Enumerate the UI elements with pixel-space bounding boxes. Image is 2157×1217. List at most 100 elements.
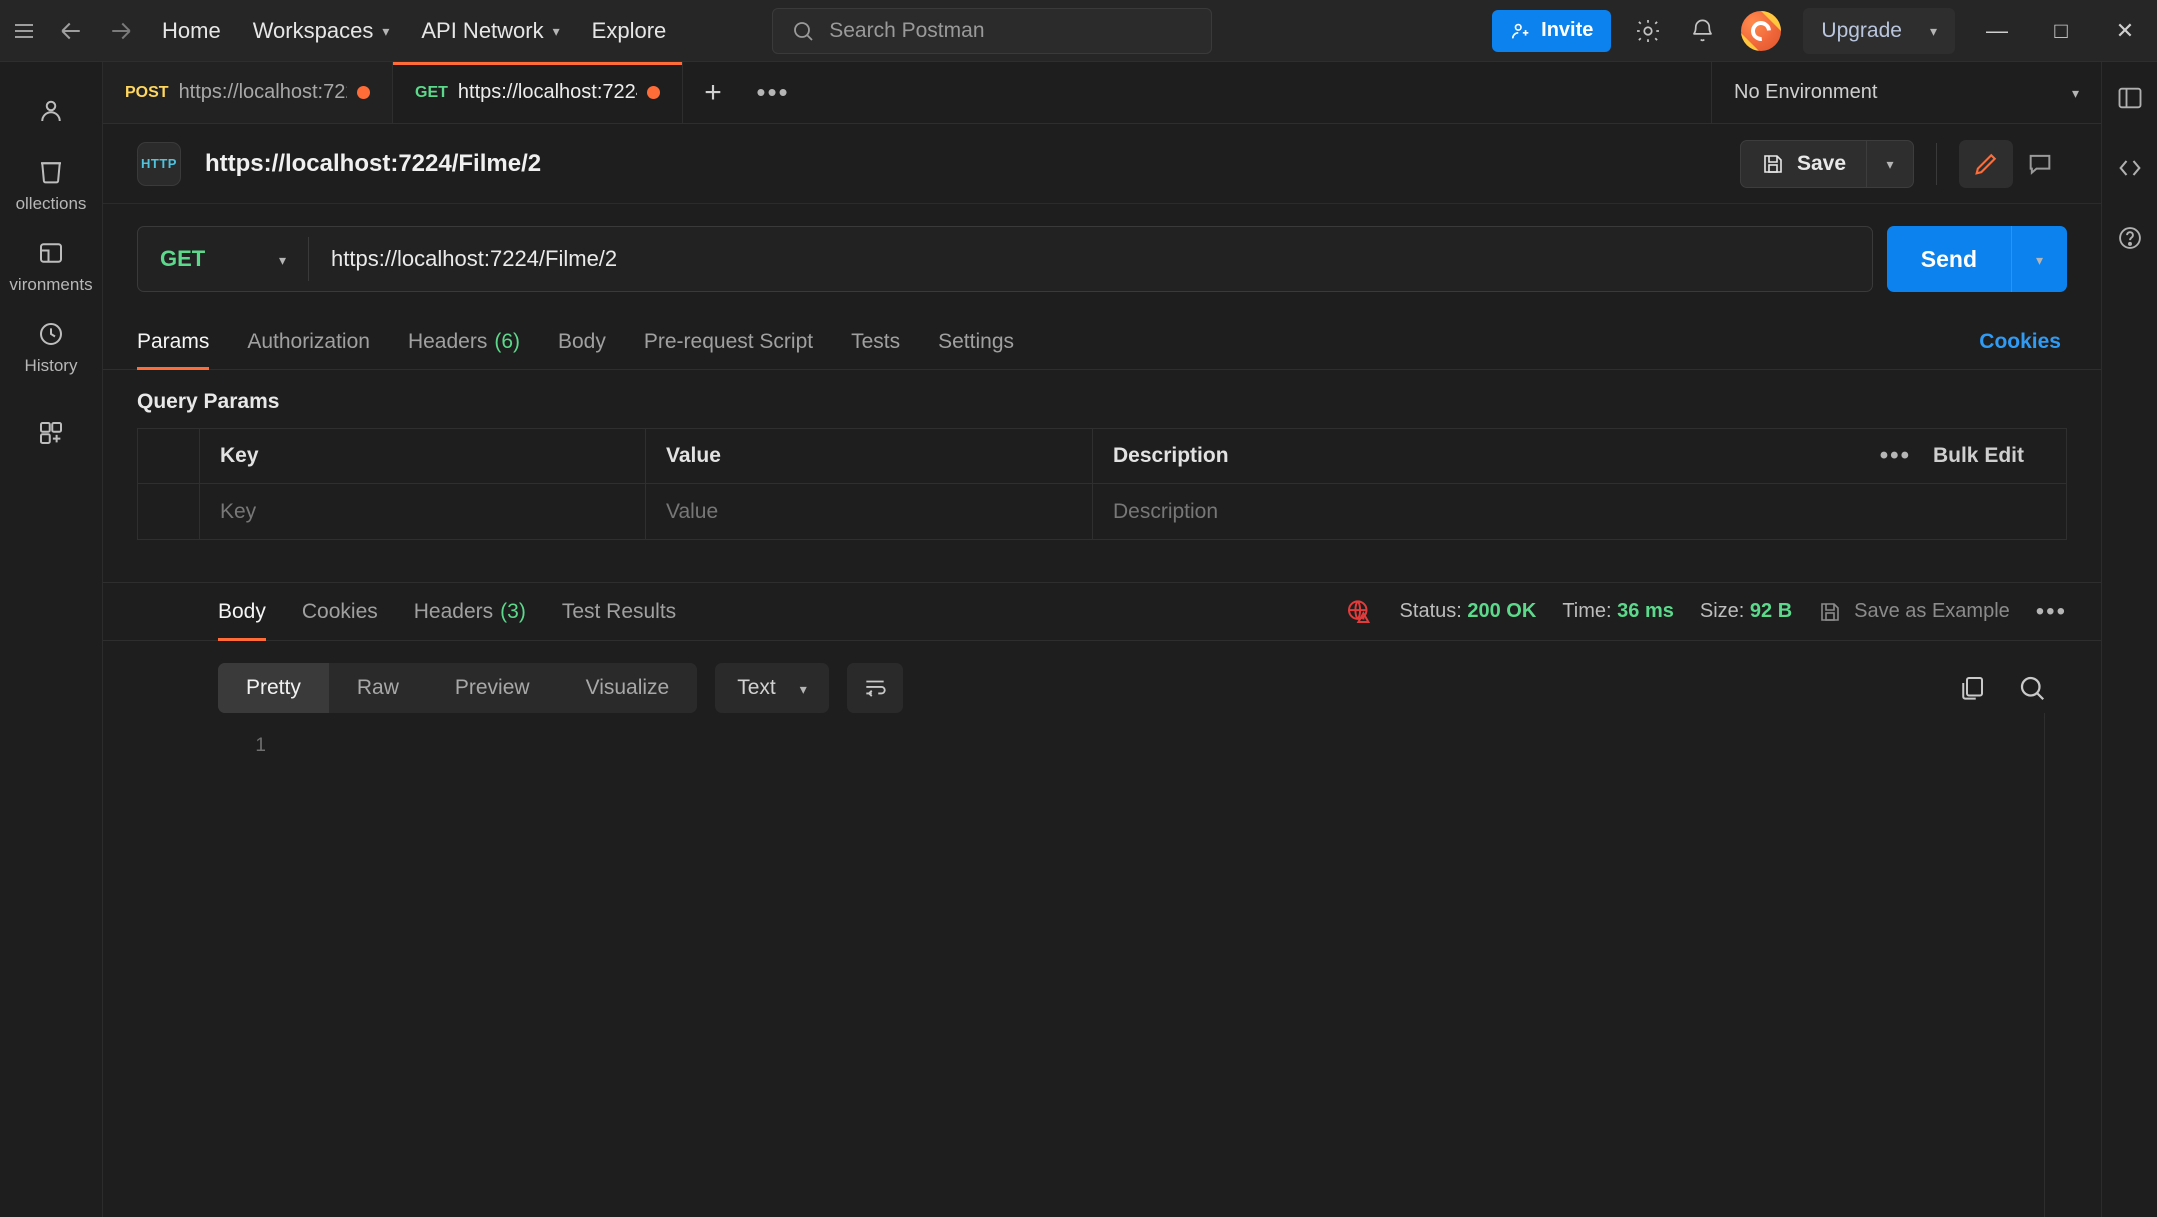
row-checkbox-cell[interactable]	[138, 484, 200, 539]
environment-selector[interactable]: No Environment ▾	[1711, 62, 2101, 123]
response-tab-body[interactable]: Body	[218, 583, 266, 641]
save-options-button[interactable]: ▾	[1866, 139, 1914, 188]
tab-body[interactable]: Body	[558, 314, 606, 370]
edit-request-button[interactable]	[1959, 139, 2013, 188]
save-disk-icon	[1764, 154, 1782, 173]
tab-pre-request-script[interactable]: Pre-request Script	[644, 314, 813, 370]
tab-label: Cookies	[301, 599, 378, 623]
notifications-button[interactable]	[1675, 0, 1729, 62]
view-mode-pretty[interactable]: Pretty	[218, 663, 329, 713]
nav-item-workspaces[interactable]: Workspaces ▾	[237, 0, 406, 62]
bulk-edit-button[interactable]: Bulk Edit	[1933, 444, 2024, 468]
sidebar-item-collections[interactable]: ollections	[0, 145, 103, 224]
response-view-toolbar: Pretty Raw Preview Visualize Text ▾	[103, 641, 2101, 713]
view-mode-preview[interactable]: Preview	[427, 663, 558, 713]
tab-authorization[interactable]: Authorization	[247, 314, 370, 370]
response-tabs: Body Cookies Headers (3) Test Results St…	[103, 583, 2101, 641]
url-input-group: GET ▾ https://localhost:7224/Filme/2	[137, 226, 1873, 292]
search-icon[interactable]	[2017, 673, 2047, 703]
window-maximize-button[interactable]: □	[2029, 0, 2093, 62]
chevron-down-icon: ▾	[2035, 251, 2044, 268]
http-method-select[interactable]: GET ▾	[138, 226, 308, 292]
save-button[interactable]: Save	[1739, 139, 1866, 188]
window-minimize-button[interactable]: —	[1965, 0, 2029, 62]
response-more-button[interactable]: •••	[2036, 598, 2067, 626]
tab-label: Body	[558, 329, 606, 353]
nav-item-home[interactable]: Home	[146, 0, 237, 62]
response-format-select[interactable]: Text ▾	[715, 663, 829, 713]
divider	[2044, 713, 2045, 1217]
format-value: Text	[737, 676, 776, 699]
url-input[interactable]: https://localhost:7224/Filme/2	[309, 246, 617, 272]
tab-settings[interactable]: Settings	[938, 314, 1014, 370]
chevron-down-icon: ▾	[1886, 156, 1894, 172]
chevron-down-icon: ▾	[1929, 23, 1937, 39]
wrap-lines-button[interactable]	[846, 663, 903, 713]
collections-icon	[41, 162, 61, 184]
person-icon	[41, 100, 61, 122]
response-tab-cookies[interactable]: Cookies	[302, 583, 378, 641]
param-value-placeholder: Value	[666, 499, 719, 523]
request-tab-get[interactable]: GET https://localhost:7224/	[393, 62, 683, 123]
help-icon[interactable]	[2116, 224, 2144, 252]
view-mode-visualize[interactable]: Visualize	[558, 663, 698, 713]
line-number: 1	[255, 735, 266, 756]
send-options-button[interactable]: ▾	[2011, 226, 2067, 292]
comment-icon	[2029, 154, 2051, 175]
comment-button[interactable]	[2013, 140, 2067, 188]
save-as-example-button[interactable]: Save as Example	[1818, 600, 2010, 624]
column-header-description: Description ••• Bulk Edit	[1093, 429, 2066, 484]
response-tab-headers[interactable]: Headers (3)	[414, 583, 526, 641]
new-tab-button[interactable]: +	[683, 62, 743, 123]
gear-icon	[1637, 19, 1660, 42]
view-mode-raw[interactable]: Raw	[329, 663, 427, 713]
param-value-input[interactable]: Value	[646, 484, 1093, 539]
response-body-viewer[interactable]: 1	[103, 713, 2101, 1217]
menu-icon[interactable]	[2, 23, 46, 38]
sidebar-item-environments[interactable]: vironments	[0, 226, 103, 305]
tab-label: Pre-request Script	[643, 329, 814, 353]
cookies-link[interactable]: Cookies	[1979, 330, 2061, 354]
param-key-input[interactable]: Key	[200, 484, 646, 539]
search-input[interactable]: Search Postman	[772, 7, 1213, 54]
sidebar-item-history[interactable]: History	[0, 307, 103, 386]
copy-icon[interactable]	[1957, 673, 1987, 703]
page-title: https://localhost:7224/Filme/2	[205, 149, 542, 177]
settings-gear-button[interactable]	[1621, 0, 1675, 62]
sidebar-item-label: ollections	[15, 194, 87, 213]
line-number-gutter: 1	[218, 713, 266, 1217]
request-tab-post[interactable]: POST https://localhost:7224	[103, 62, 393, 123]
tab-options-button[interactable]: •••	[743, 62, 803, 123]
tab-tests[interactable]: Tests	[851, 314, 900, 370]
layout-icon[interactable]	[2116, 84, 2144, 112]
tab-params[interactable]: Params	[137, 314, 210, 370]
time-value: 36 ms	[1617, 600, 1674, 622]
avatar[interactable]	[1741, 10, 1782, 51]
search-container: Search Postman	[772, 7, 1213, 54]
person-plus-icon	[1512, 23, 1529, 38]
select-all-cell[interactable]	[138, 428, 200, 484]
nav-label: Home	[162, 17, 221, 43]
tab-count: (3)	[500, 599, 526, 623]
globe-warning-icon[interactable]	[1344, 597, 1374, 627]
chevron-down-icon: ▾	[278, 251, 286, 268]
upgrade-button[interactable]: Upgrade ▾	[1803, 7, 1955, 54]
nav-item-explore[interactable]: Explore	[576, 0, 683, 62]
back-arrow-icon[interactable]	[46, 0, 96, 62]
request-section-tabs: Params Authorization Headers (6) Body Pr…	[103, 314, 2101, 370]
response-tab-test-results[interactable]: Test Results	[562, 583, 676, 641]
sidebar-item-person[interactable]	[0, 84, 103, 143]
params-more-button[interactable]: •••	[1880, 442, 1911, 470]
window-close-button[interactable]: ✕	[2093, 0, 2157, 62]
code-icon[interactable]	[2116, 154, 2144, 182]
forward-arrow-icon[interactable]	[96, 0, 146, 62]
send-button[interactable]: Send	[1886, 226, 2011, 292]
status-label: Status:	[1399, 600, 1462, 622]
sidebar-item-new[interactable]	[0, 406, 103, 465]
invite-button[interactable]: Invite	[1492, 9, 1612, 52]
tab-headers[interactable]: Headers (6)	[408, 314, 520, 370]
param-description-input[interactable]: Description	[1093, 484, 2066, 539]
nav-item-api-network[interactable]: API Network ▾	[405, 0, 575, 62]
upgrade-label: Upgrade	[1821, 18, 1902, 42]
search-icon	[794, 21, 813, 41]
